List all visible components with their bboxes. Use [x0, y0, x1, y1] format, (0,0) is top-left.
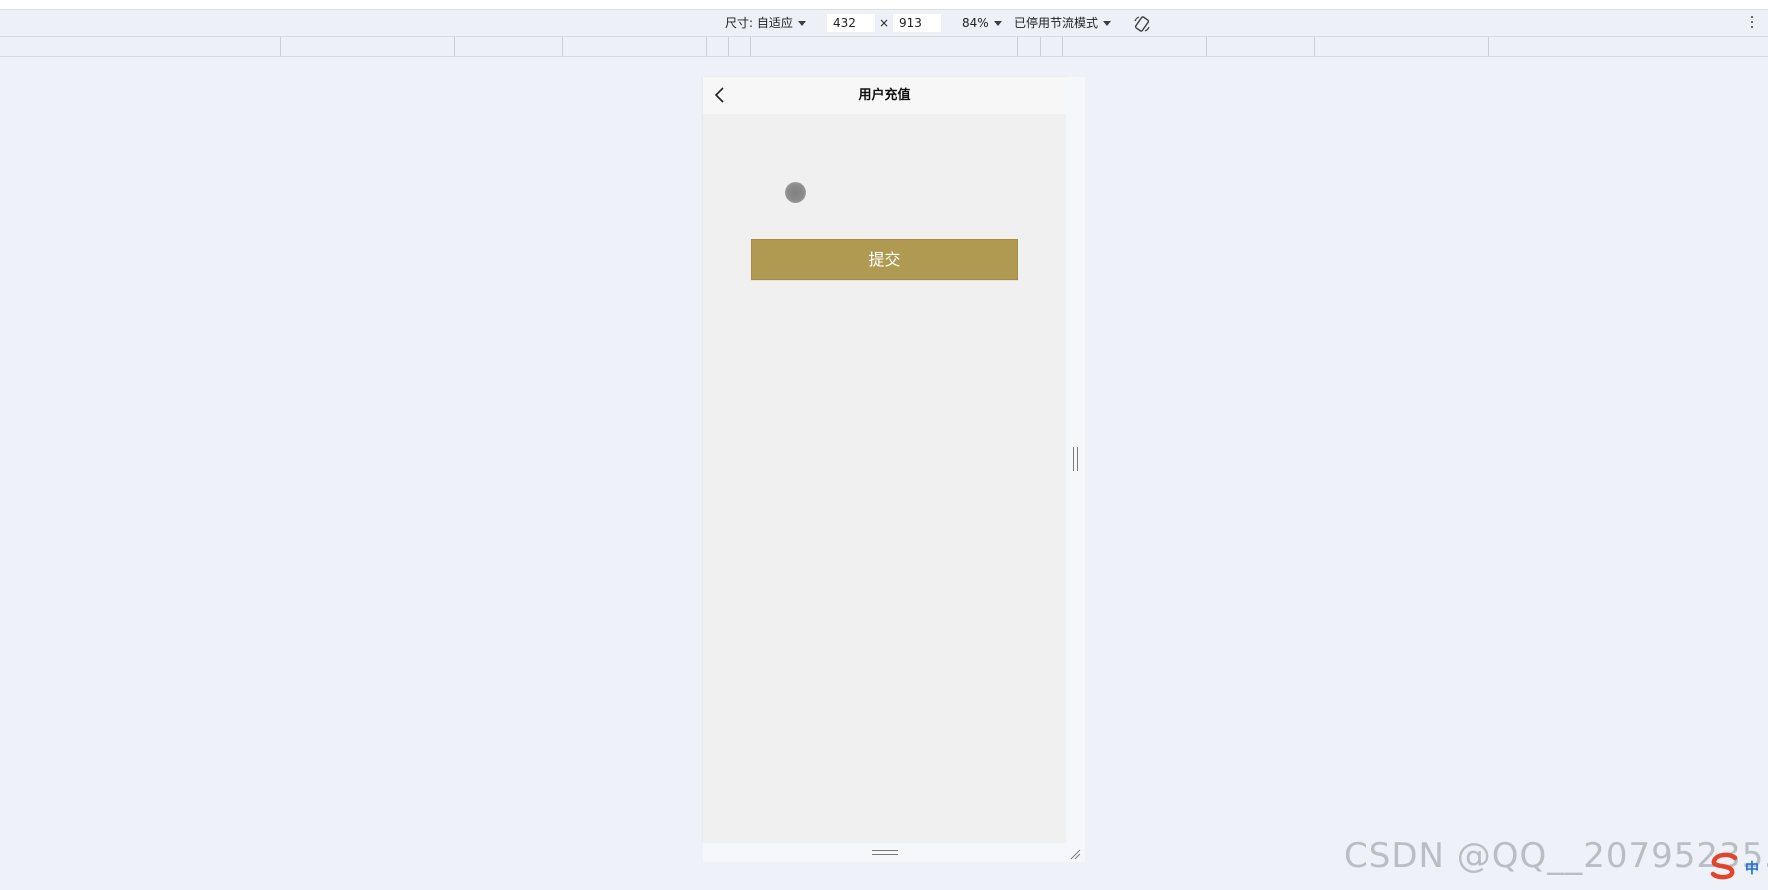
app-header: 用户充值: [703, 77, 1066, 114]
zoom-dropdown[interactable]: 84%: [962, 14, 1002, 32]
ruler-tick: [1314, 37, 1315, 56]
ruler-tick: [706, 37, 707, 56]
vertical-resize-handle-icon[interactable]: [1073, 447, 1078, 471]
ruler-tick: [562, 37, 563, 56]
ruler-tick: [280, 37, 281, 56]
rotate-icon[interactable]: [1133, 15, 1151, 33]
dimensions-label: 尺寸: 自适应: [725, 16, 793, 30]
ime-language-label[interactable]: 中: [1745, 858, 1759, 878]
ruler-tick: [728, 37, 729, 56]
watermark-text: CSDN @QQ__2079523559: [1344, 836, 1768, 876]
viewport-right-resize-rail[interactable]: [1066, 77, 1085, 843]
touch-cursor-indicator: [785, 182, 806, 203]
ruler-tick: [1040, 37, 1041, 56]
media-query-ruler: [0, 36, 1768, 57]
submit-button[interactable]: 提交: [751, 239, 1018, 280]
ruler-tick: [454, 37, 455, 56]
kebab-menu-icon[interactable]: [1750, 16, 1754, 30]
emulated-viewport: 用户充值 提交: [703, 77, 1066, 843]
viewport-height-input[interactable]: [893, 14, 941, 32]
zoom-label: 84%: [962, 16, 989, 30]
times-sign: ×: [879, 16, 890, 30]
sogou-ime-icon[interactable]: [1708, 852, 1742, 880]
viewport-bottom-resize-rail[interactable]: [703, 843, 1085, 862]
dimensions-dropdown[interactable]: 尺寸: 自适应: [725, 14, 806, 32]
viewport-width-input[interactable]: [827, 14, 875, 32]
throttle-caret-icon: [1103, 20, 1112, 26]
ruler-tick: [1017, 37, 1018, 56]
ruler-tick: [750, 37, 751, 56]
horizontal-resize-handle-icon[interactable]: [872, 850, 898, 855]
device-toolbar: 尺寸: 自适应 × 84% 已停用节流模式: [0, 10, 1768, 36]
ruler-tick: [1206, 37, 1207, 56]
zoom-caret-icon: [993, 20, 1002, 26]
window-top-border: [0, 0, 1768, 10]
ruler-tick: [1062, 37, 1063, 56]
throttle-label: 已停用节流模式: [1014, 16, 1099, 30]
corner-resize-icon[interactable]: [1069, 848, 1081, 860]
ruler-tick: [1488, 37, 1489, 56]
chevron-left-icon[interactable]: [711, 85, 729, 105]
throttle-dropdown[interactable]: 已停用节流模式: [1014, 14, 1112, 32]
dimensions-caret-icon: [797, 20, 806, 26]
page-title: 用户充值: [858, 88, 911, 103]
